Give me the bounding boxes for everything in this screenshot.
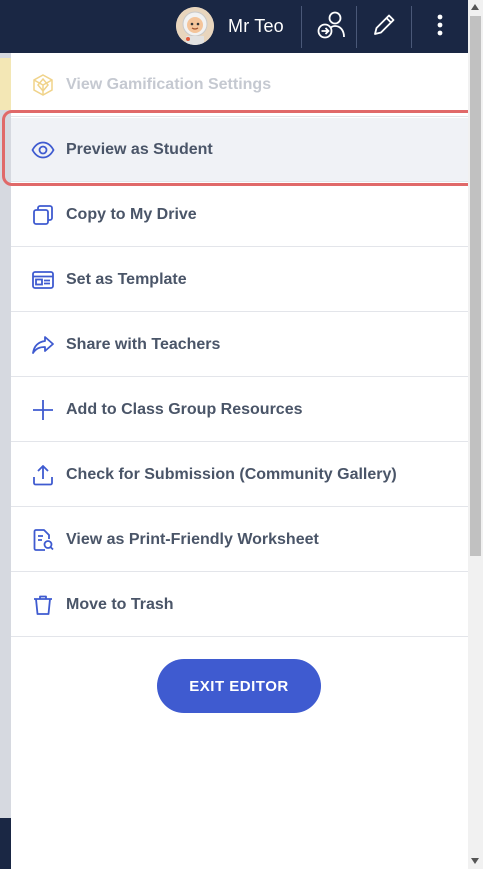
trash-icon [31,593,55,617]
menu-item-move-to-trash[interactable]: Move to Trash [11,573,468,637]
avatar [176,7,214,45]
divider [301,6,302,48]
menu-item-label: View Gamification Settings [66,75,272,93]
menu-item-label: View as Print-Friendly Worksheet [66,530,319,548]
menu-item-label: Share with Teachers [66,335,221,353]
options-menu: View Gamification Settings Preview as St… [11,53,468,869]
switch-user-button[interactable] [309,6,353,48]
menu-item-check-for-submission[interactable]: Check for Submission (Community Gallery) [11,443,468,507]
menu-item-label: Move to Trash [66,595,174,613]
switch-user-icon [315,9,347,46]
template-icon [31,268,55,292]
scrollbar-thumb[interactable] [470,16,481,556]
user-profile[interactable]: Mr Teo [176,7,284,45]
menu-item-share-with-teachers[interactable]: Share with Teachers [11,313,468,377]
menu-item-copy-to-my-drive[interactable]: Copy to My Drive [11,183,468,247]
scrollbar[interactable] [468,0,483,869]
copy-icon [31,203,55,227]
menu-item-add-to-class-group-resources[interactable]: Add to Class Group Resources [11,378,468,442]
more-options-button[interactable] [420,6,460,48]
background-banner [0,58,11,110]
pencil-icon [370,11,398,44]
menu-item-label: Add to Class Group Resources [66,400,303,418]
upload-icon [31,463,55,487]
divider [411,6,412,48]
edit-button[interactable] [362,6,406,48]
menu-item-label: Preview as Student [66,140,213,158]
menu-item-preview-as-student[interactable]: Preview as Student [11,118,468,182]
gamification-icon [31,73,55,97]
menu-item-label: Check for Submission (Community Gallery) [66,465,397,483]
exit-editor-button[interactable]: EXIT EDITOR [157,659,321,713]
menu-item-set-as-template[interactable]: Set as Template [11,248,468,312]
menu-item-view-as-print-friendly-worksheet[interactable]: View as Print-Friendly Worksheet [11,508,468,572]
background-footer [0,818,11,869]
plus-icon [31,398,55,422]
worksheet-search-icon [31,528,55,552]
app-window: Mr Teo View Gamification Settings Previe… [0,0,483,869]
scroll-up-arrow-icon[interactable] [471,4,479,10]
menu-item-label: Copy to My Drive [66,205,197,223]
share-icon [31,333,55,357]
top-bar: Mr Teo [0,0,470,53]
eye-icon [31,138,55,162]
background-page-edge [0,53,11,869]
divider [356,6,357,48]
menu-item-label: Set as Template [66,270,187,288]
menu-item-view-gamification-settings: View Gamification Settings [11,53,468,117]
more-vertical-icon [436,13,444,42]
scroll-down-arrow-icon[interactable] [471,858,479,864]
user-name: Mr Teo [228,15,284,36]
